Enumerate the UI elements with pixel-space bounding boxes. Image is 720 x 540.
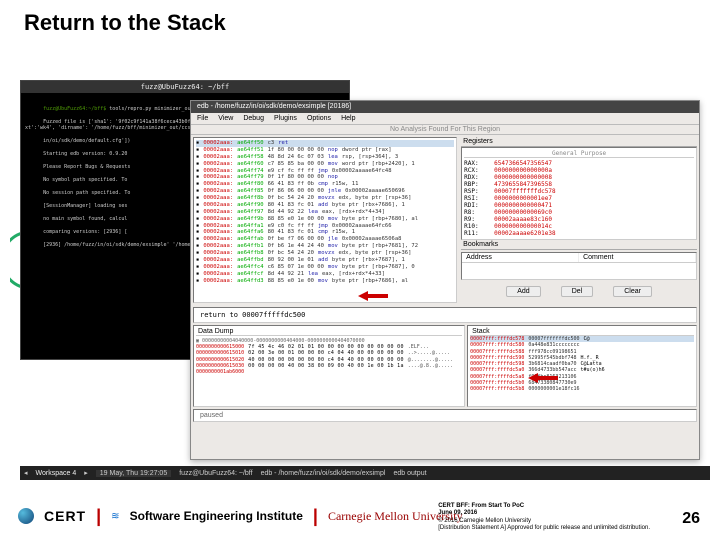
cert-logo-text: CERT xyxy=(44,508,86,524)
taskbar-item[interactable]: fuzz@UbuFuzz64: ~/bff xyxy=(179,470,252,477)
bookmarks-col-comment: Comment xyxy=(579,253,696,262)
register-row[interactable]: R10:000000000000014c xyxy=(464,223,694,230)
disasm-row[interactable]: ▪00002aaa:ae64ff8066 41 83 ff 0bcmpr15w,… xyxy=(196,181,454,188)
status-bar: paused xyxy=(193,409,697,422)
register-row[interactable]: RBP:4739655847396558 xyxy=(464,181,694,188)
disasm-row[interactable]: ▪00002aaa:ae64ff511f 80 00 00 00 00nopdw… xyxy=(196,147,454,154)
callout-arrow-icon xyxy=(358,288,388,298)
slide-title: Return to the Stack xyxy=(0,0,720,42)
disasm-row[interactable]: ▪00002aaa:ae64ff5848 8d 24 6c 07 03lears… xyxy=(196,154,454,161)
screenshot-composite: C fuzz@UbuFuzz64: ~/bff fuzz@UbuFuzz64:~… xyxy=(10,60,710,480)
disasm-row[interactable]: ▪00002aaa:ae64ff790f 1f 80 00 00 00nop xyxy=(196,174,454,181)
disassembly-panel[interactable]: ▪00002aaa:ae64ff50c3ret▪00002aaa:ae64ff5… xyxy=(193,137,457,303)
disasm-row[interactable]: ▪00002aaa:ae64ff74e9 cf fc ff ffjmp0x000… xyxy=(196,168,454,175)
disasm-row[interactable]: ▪00002aaa:ae64ff60c7 85 85 ba 00 00movwo… xyxy=(196,161,454,168)
page-number: 26 xyxy=(682,510,700,528)
disasm-row[interactable]: ▪00002aaa:ae64ff9b88 85 e0 1e 00 00movby… xyxy=(196,216,454,223)
data-dump-title: Data Dump xyxy=(196,328,462,336)
disasm-row[interactable]: ▪00002aaa:ae64ffbd80 92 00 1e 01addbyte … xyxy=(196,257,454,264)
register-row[interactable]: R9: 00002aaaae83c160 xyxy=(464,216,694,223)
registers-legend: General Purpose xyxy=(464,150,694,158)
disasm-row[interactable]: ▪00002aaa:ae64ff9080 41 83 fc 01addbyte … xyxy=(196,202,454,209)
menu-view[interactable]: View xyxy=(218,115,233,122)
taskbar-item[interactable]: edb - /home/fuzz/in/oi/sdk/demo/exsimpl xyxy=(261,470,386,477)
taskbar-next-icon[interactable]: ▸ xyxy=(84,469,88,477)
disasm-row[interactable]: ▪00002aaa:ae64ffb80f bc 54 24 20movzxedx… xyxy=(196,250,454,257)
register-row[interactable]: RCX:000000000000000a xyxy=(464,167,694,174)
stack-panel[interactable]: Stack 00007fff:ffffdc57800007fffffffdc50… xyxy=(467,325,697,407)
taskbar-prev-icon[interactable]: ◂ xyxy=(24,469,28,477)
menu-help[interactable]: Help xyxy=(341,115,355,122)
disasm-row[interactable]: ▪00002aaa:ae64ffa680 41 83 fc 01cmpr15w,… xyxy=(196,229,454,236)
workspace-indicator[interactable]: Workspace 4 xyxy=(36,470,77,477)
terminal-title: fuzz@UbuFuzz64: ~/bff xyxy=(21,81,349,93)
edb-debugger-window[interactable]: edb - /home/fuzz/in/oi/sdk/demo/exsimple… xyxy=(190,100,700,460)
bookmarks-add-button[interactable]: Add xyxy=(506,286,540,297)
disasm-row[interactable]: ▪00002aaa:ae64ffcf8d 44 92 21leaeax, [rd… xyxy=(196,271,454,278)
register-row[interactable]: R11:00002aaaae6201e38 xyxy=(464,230,694,237)
menu-options[interactable]: Options xyxy=(307,115,331,122)
disasm-row[interactable]: ▪00002aaa:ae64ff850f 86 06 00 00 00jnle0… xyxy=(196,188,454,195)
disasm-row[interactable]: ▪00002aaa:ae64ff8b0f bc 54 24 20movzxedx… xyxy=(196,195,454,202)
datadump-row[interactable]: 0000000001ab6000 xyxy=(196,369,462,375)
registers-title: Registers xyxy=(461,137,697,147)
sei-logo-text: Software Engineering Institute xyxy=(130,509,303,523)
menu-file[interactable]: File xyxy=(197,115,208,122)
register-row[interactable]: RSI:0000000000001ee7 xyxy=(464,195,694,202)
menu-debug[interactable]: Debug xyxy=(243,115,264,122)
cert-logo-icon xyxy=(18,508,34,524)
return-address-line: return to 00007fffffdc500 xyxy=(193,307,697,323)
edb-title: edb - /home/fuzz/in/oi/sdk/demo/exsimple… xyxy=(191,101,699,113)
registers-list[interactable]: General Purpose RAX:6547366547356547RCX:… xyxy=(461,147,697,240)
bookmarks-panel[interactable]: Address Comment xyxy=(461,252,697,280)
disasm-row[interactable]: ▪00002aaa:ae64ffab0f be f7 06 00 00jle0x… xyxy=(196,236,454,243)
taskbar-clock: 19 May, Thu 19:27:05 xyxy=(96,470,171,477)
disasm-row[interactable]: ▪00002aaa:ae64ff50c3ret xyxy=(196,140,454,147)
disasm-row[interactable]: ▪00002aaa:ae64ff978d 44 92 22leaeax, [rd… xyxy=(196,209,454,216)
menu-plugins[interactable]: Plugins xyxy=(274,115,297,122)
bookmarks-title: Bookmarks xyxy=(461,240,697,250)
desktop-taskbar[interactable]: ◂ Workspace 4 ▸ 19 May, Thu 19:27:05 fuz… xyxy=(20,466,710,480)
register-row[interactable]: RSP:00007fffffffdc578 xyxy=(464,188,694,195)
disasm-row[interactable]: ▪00002aaa:ae64ffb10f b6 1e 44 24 40movby… xyxy=(196,243,454,250)
bookmarks-del-button[interactable]: Del xyxy=(561,286,594,297)
registers-panel: Registers General Purpose RAX:6547366547… xyxy=(461,137,697,303)
no-analysis-banner: No Analysis Found For This Region xyxy=(191,125,699,135)
footer-meta: CERT BFF: From Start To PoC June 09, 201… xyxy=(438,503,650,532)
register-row[interactable]: RDI:0000000000000471 xyxy=(464,202,694,209)
register-row[interactable]: R8: 00000000000069c0 xyxy=(464,209,694,216)
disasm-row[interactable]: ▪00002aaa:ae64ffc4c6 85 07 1e 00 00movby… xyxy=(196,264,454,271)
sei-waves-icon: ≋ xyxy=(111,511,119,522)
bookmarks-col-address: Address xyxy=(462,253,579,262)
separator-icon: | xyxy=(313,506,318,527)
separator-icon: | xyxy=(96,506,101,527)
edb-menubar[interactable]: File View Debug Plugins Options Help xyxy=(191,113,699,125)
slide-footer: CERT | ≋ Software Engineering Institute … xyxy=(0,492,720,540)
disasm-row[interactable]: ▪00002aaa:ae64ffa1e9 c0 fc ff ffjmp0x000… xyxy=(196,223,454,230)
taskbar-item[interactable]: edb output xyxy=(393,470,426,477)
data-dump-panel[interactable]: Data Dump ▣ 00000000004040000-0000000000… xyxy=(193,325,465,407)
register-row[interactable]: RDX:0000000000000008 xyxy=(464,174,694,181)
bookmarks-clear-button[interactable]: Clear xyxy=(613,286,652,297)
register-row[interactable]: RAX:6547366547356547 xyxy=(464,160,694,167)
stack-row[interactable]: 00007fff:ffffdc5b80000000001e18fc16 xyxy=(470,386,694,392)
stack-title: Stack xyxy=(470,328,694,336)
disasm-row[interactable]: ▪00002aaa:ae64ffd388 85 e0 1e 00movbyte … xyxy=(196,278,454,285)
callout-arrow-icon xyxy=(528,370,558,380)
